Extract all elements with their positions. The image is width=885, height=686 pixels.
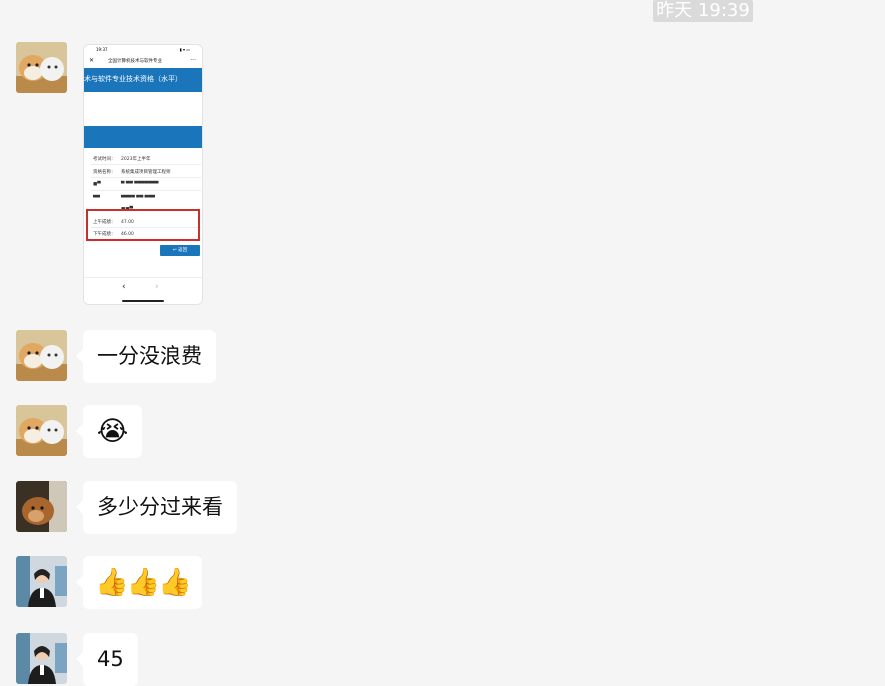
- more-icon: ···: [190, 57, 196, 64]
- emoji-message-crying[interactable]: 😭: [76, 405, 142, 458]
- status-icons: ▮ ▾ ▭: [179, 47, 190, 52]
- message-bubble[interactable]: 一分没浪费: [76, 330, 216, 383]
- avatar-shiba-cat[interactable]: [16, 405, 67, 456]
- avatar-person[interactable]: [16, 556, 67, 607]
- info-row: ▀▀ ▀▀▀▀ ▀▀ ▀▀▀: [93, 196, 155, 201]
- row-key: ■▀: [93, 182, 101, 187]
- banner: 术与软件专业技术资格（水平）: [84, 68, 202, 92]
- banner-bar: [84, 126, 202, 148]
- score-highlight-box: [86, 209, 200, 241]
- info-row: 考试时间： 2023年上半年: [93, 156, 150, 162]
- row-key: 资格名称：: [93, 170, 116, 175]
- row-value: 2023年上半年: [121, 157, 151, 162]
- message-timestamp: 昨天 19:39: [653, 0, 753, 22]
- close-icon: ✕: [89, 57, 95, 64]
- info-row: ■▀ ▀ ▀▀ ▀▀▀▀▀▀▀: [93, 182, 158, 187]
- score-screenshot-image[interactable]: 19:37 ▮ ▾ ▭ ✕ 全国计算机技术与软件专业 ··· 术与软件专业技术资…: [83, 44, 203, 305]
- row-value: 系统集成项目管理工程师: [121, 170, 171, 175]
- avatar-shiba-cat[interactable]: [16, 330, 67, 381]
- back-arrow-icon: ‹: [122, 282, 126, 292]
- avatar-person[interactable]: [16, 633, 67, 684]
- banner-text: 术与软件专业技术资格（水平）: [84, 75, 182, 83]
- row-value: ▀ ▀▀ ▀▀▀▀▀▀▀: [121, 182, 159, 187]
- row-key: 考试时间：: [93, 157, 116, 162]
- page-title: 全国计算机技术与软件专业: [108, 59, 162, 64]
- message-bubble[interactable]: 多少分过来看: [76, 481, 237, 534]
- avatar-puppy[interactable]: [16, 481, 67, 532]
- avatar-shiba-cat[interactable]: [16, 42, 67, 93]
- phone-nav-bar: ✕ 全国计算机技术与软件专业 ···: [84, 55, 202, 67]
- row-key: ▀▀: [93, 196, 100, 201]
- phone-status-bar: 19:37 ▮ ▾ ▭: [84, 45, 202, 53]
- message-bubble[interactable]: 45: [76, 633, 138, 686]
- back-button: ↩ 返回: [160, 245, 200, 256]
- info-row: 资格名称： 系统集成项目管理工程师: [93, 169, 171, 175]
- home-indicator: [122, 300, 164, 302]
- forward-arrow-icon: ›: [155, 282, 159, 292]
- status-time: 19:37: [96, 47, 108, 52]
- browser-bottom-bar: ‹ ›: [84, 277, 202, 304]
- emoji-message-thumbs-up[interactable]: 👍👍👍: [76, 556, 202, 609]
- row-value: ▀▀▀▀ ▀▀ ▀▀▀: [121, 196, 156, 201]
